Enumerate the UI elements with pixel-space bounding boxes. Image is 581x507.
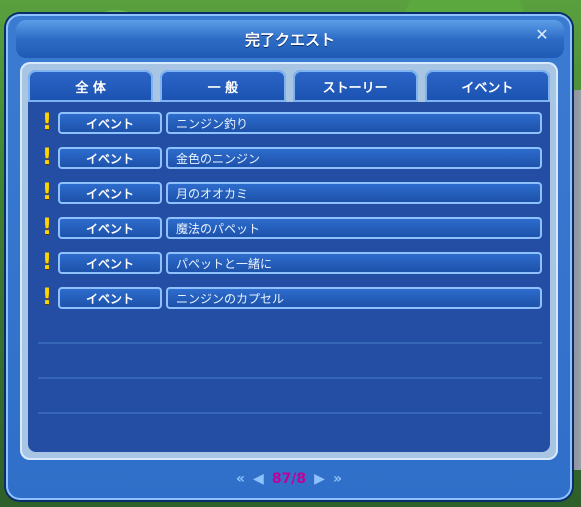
next-page-icon[interactable]: ▶ bbox=[314, 471, 325, 487]
first-page-icon[interactable]: « bbox=[236, 471, 245, 487]
tab-event[interactable]: イベント bbox=[424, 70, 550, 102]
quest-panel: 全 体 一 般 ストーリー イベント ! イベント ニンジン釣り ! イベント … bbox=[20, 62, 558, 460]
exclamation-icon: ! bbox=[41, 110, 53, 135]
pagination: « ◀ 87/8 ▶ » bbox=[6, 466, 572, 492]
window-titlebar: 完了クエスト ✕ bbox=[16, 20, 564, 58]
exclamation-icon: ! bbox=[41, 215, 53, 240]
page-number: 87/8 bbox=[271, 471, 307, 487]
quest-name[interactable]: ニンジンのカプセル bbox=[166, 287, 542, 309]
quest-category-badge: イベント bbox=[58, 112, 162, 134]
list-divider bbox=[38, 342, 542, 344]
completed-quest-window: 完了クエスト ✕ 全 体 一 般 ストーリー イベント ! イベント ニンジン釣… bbox=[6, 14, 572, 500]
quest-row[interactable]: ! イベント ニンジンのカプセル bbox=[38, 285, 542, 311]
exclamation-icon: ! bbox=[41, 285, 53, 310]
tab-story[interactable]: ストーリー bbox=[292, 70, 418, 102]
exclamation-icon: ! bbox=[41, 250, 53, 275]
quest-category-badge: イベント bbox=[58, 287, 162, 309]
list-divider bbox=[38, 412, 542, 414]
quest-name[interactable]: 魔法のパペット bbox=[166, 217, 542, 239]
quest-name[interactable]: 金色のニンジン bbox=[166, 147, 542, 169]
quest-category-badge: イベント bbox=[58, 252, 162, 274]
quest-category-badge: イベント bbox=[58, 182, 162, 204]
quest-row[interactable]: ! イベント 金色のニンジン bbox=[38, 145, 542, 171]
prev-page-icon[interactable]: ◀ bbox=[253, 471, 264, 487]
quest-category-badge: イベント bbox=[58, 217, 162, 239]
tab-all[interactable]: 全 体 bbox=[28, 70, 154, 102]
quest-row[interactable]: ! イベント ニンジン釣り bbox=[38, 110, 542, 136]
quest-category-badge: イベント bbox=[58, 147, 162, 169]
quest-row[interactable]: ! イベント 魔法のパペット bbox=[38, 215, 542, 241]
quest-name[interactable]: 月のオオカミ bbox=[166, 182, 542, 204]
list-divider bbox=[38, 377, 542, 379]
exclamation-icon: ! bbox=[41, 180, 53, 205]
quest-row[interactable]: ! イベント パペットと一緒に bbox=[38, 250, 542, 276]
quest-name[interactable]: ニンジン釣り bbox=[166, 112, 542, 134]
exclamation-icon: ! bbox=[41, 145, 53, 170]
quest-list: ! イベント ニンジン釣り ! イベント 金色のニンジン ! イベント 月のオオ… bbox=[28, 102, 550, 452]
window-title: 完了クエスト bbox=[244, 30, 335, 49]
quest-tabs: 全 体 一 般 ストーリー イベント bbox=[28, 70, 550, 102]
close-icon[interactable]: ✕ bbox=[534, 27, 550, 43]
quest-row[interactable]: ! イベント 月のオオカミ bbox=[38, 180, 542, 206]
last-page-icon[interactable]: » bbox=[333, 471, 342, 487]
tab-general[interactable]: 一 般 bbox=[160, 70, 286, 102]
quest-name[interactable]: パペットと一緒に bbox=[166, 252, 542, 274]
